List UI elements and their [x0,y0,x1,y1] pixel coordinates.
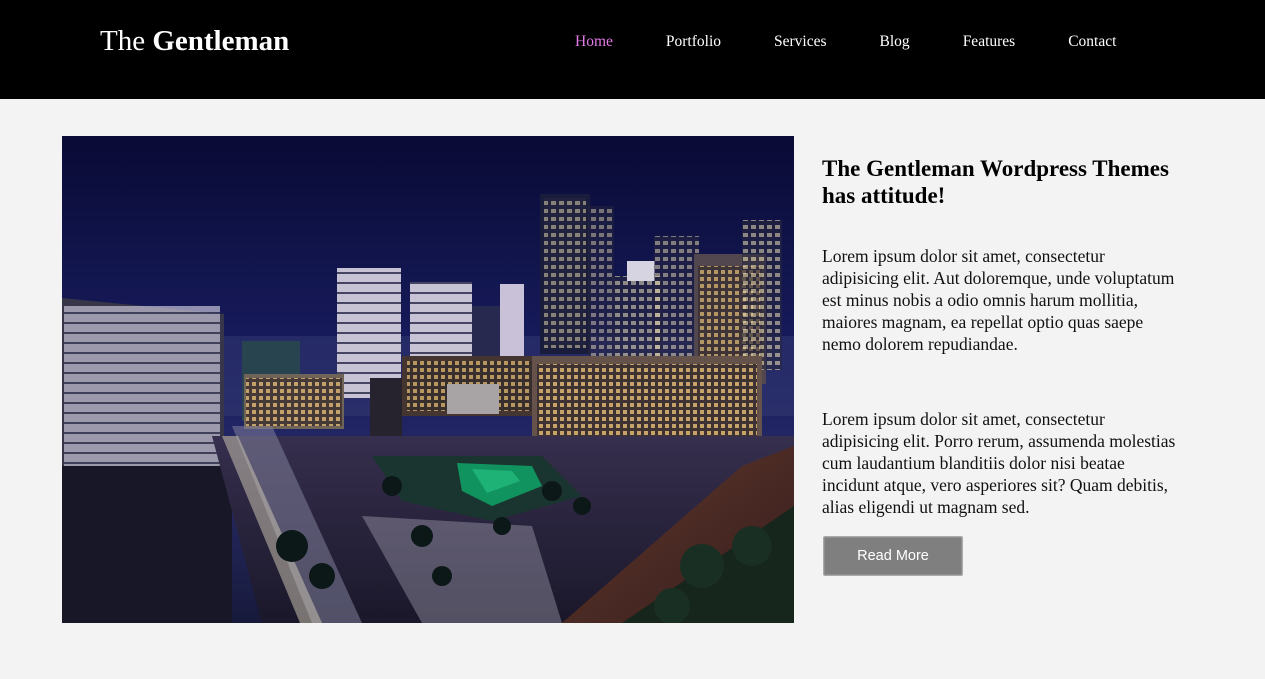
article-paragraph-1: Lorem ipsum dolor sit amet, consectetur … [822,246,1175,354]
content-column: The Gentleman Wordpress Themes has attit… [822,155,1182,517]
nav-portfolio[interactable]: Portfolio [666,33,721,51]
read-more-button[interactable]: Read More [823,536,963,576]
brand-light-text: The [100,25,153,57]
article-paragraph-2: Lorem ipsum dolor sit amet, consectetur … [822,409,1176,517]
nav-contact[interactable]: Contact [1068,33,1116,51]
nav-blog[interactable]: Blog [880,33,910,51]
nav-home[interactable]: Home [575,33,613,51]
hero-image-city-night [62,136,794,623]
site-logo[interactable]: The Gentleman [100,25,289,58]
brand-bold-text: Gentleman [152,25,290,57]
nav-features[interactable]: Features [963,33,1016,51]
nav-services[interactable]: Services [774,33,827,51]
main-nav: Home Portfolio Services Blog Features Co… [575,33,1116,51]
article-headline: The Gentleman Wordpress Themes has attit… [822,156,1169,208]
city-skyline-illustration [62,136,794,623]
site-header: The Gentleman Home Portfolio Services Bl… [0,0,1265,99]
